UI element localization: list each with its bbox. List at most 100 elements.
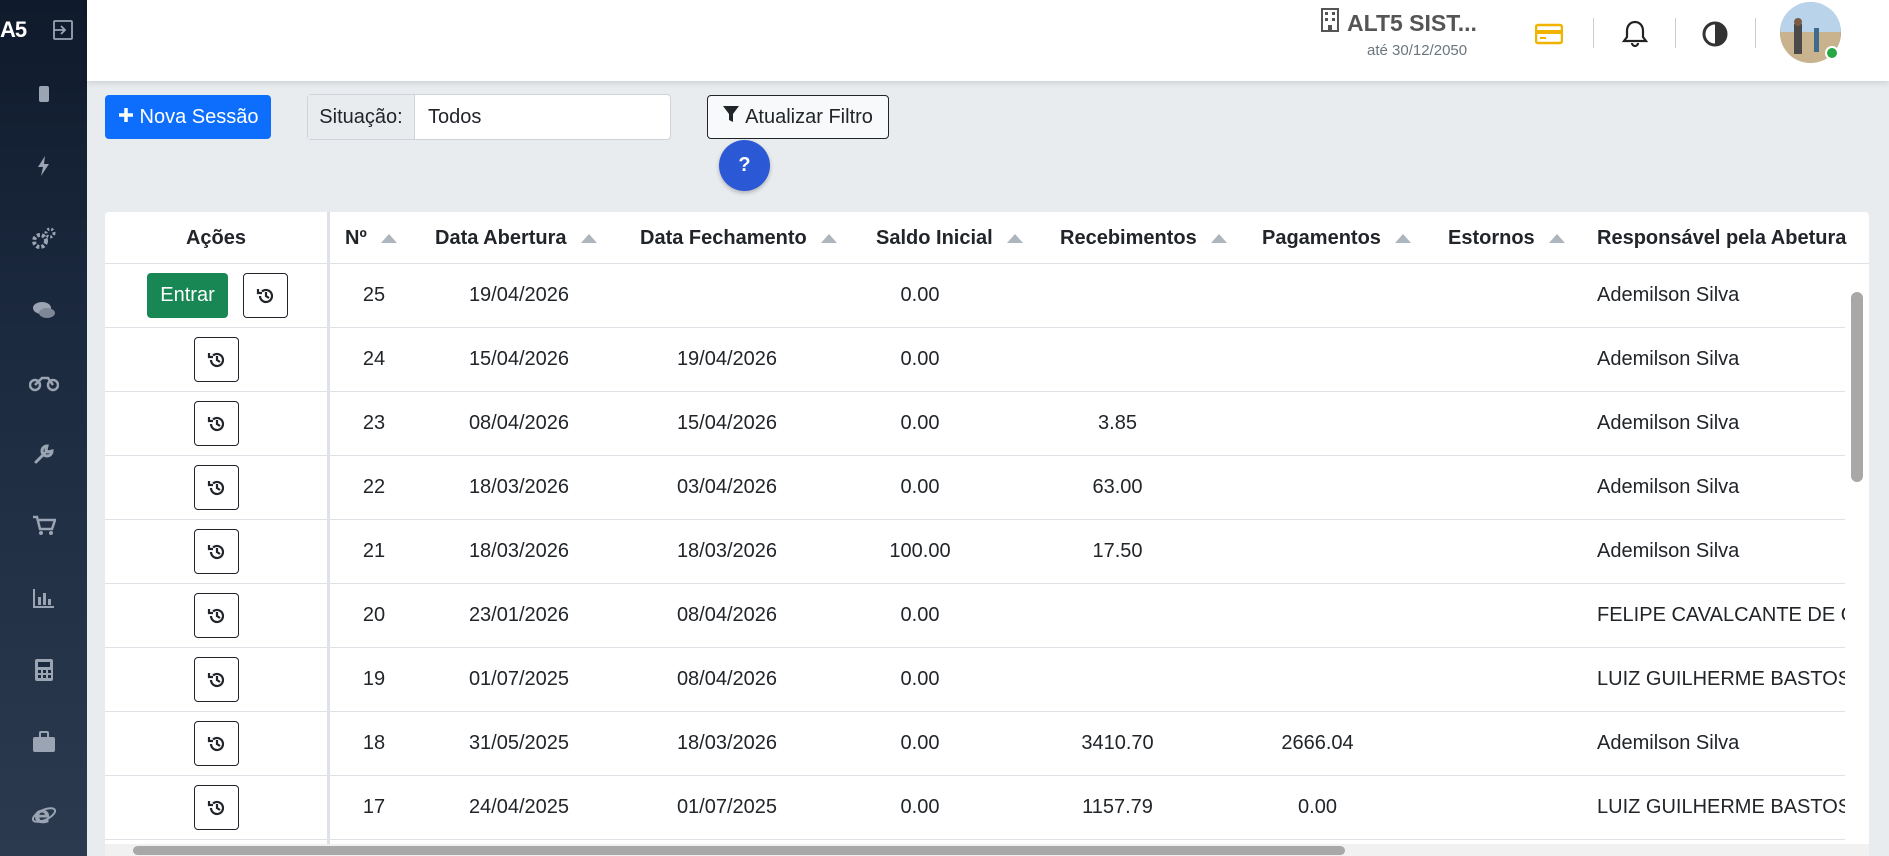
sidebar: A5 e <box>0 0 87 856</box>
cell-saldo: 0.00 <box>900 412 940 434</box>
entrar-button[interactable]: Entrar <box>147 273 228 318</box>
table-row[interactable]: 19 01/07/2025 08/04/2026 0.00 LUIZ GUILHERME… <box>105 648 1845 712</box>
col-data-fechamento[interactable]: Data Fechamento <box>640 212 860 264</box>
online-status-dot <box>1825 46 1839 60</box>
cell-estornos <box>1435 776 1585 839</box>
cell-saldo: 0.00 <box>900 476 940 498</box>
cell-pag: 2666.04 <box>1281 732 1354 754</box>
vertical-scrollbar[interactable] <box>1845 264 1869 856</box>
bell-icon[interactable] <box>1615 14 1655 54</box>
cell-pag <box>1235 264 1400 327</box>
cell-abertura: 24/04/2025 <box>468 796 570 818</box>
col-recebimentos[interactable]: Recebimentos <box>1060 212 1245 264</box>
cell-resp: FELIPE CAVALCANTE DE OL <box>1597 604 1845 626</box>
license-expiration: até 30/12/2050 <box>1367 42 1468 59</box>
cell-pag <box>1235 648 1400 711</box>
table-row[interactable]: 17 24/04/2025 01/07/2025 0.00 1157.79 0.00 LUI… <box>105 776 1845 840</box>
sort-icon <box>1006 233 1023 243</box>
gears-icon[interactable] <box>0 218 87 258</box>
bolt-icon[interactable] <box>0 146 87 186</box>
nova-sessao-button[interactable]: Nova Sessão <box>105 95 271 139</box>
history-button[interactable] <box>194 401 239 446</box>
cell-pag <box>1235 520 1400 583</box>
table-row[interactable]: 18 31/05/2025 18/03/2026 0.00 3410.70 2666.04… <box>105 712 1845 776</box>
col-saldo-inicial[interactable]: Saldo Inicial <box>876 212 1046 264</box>
sidebar-header: A5 <box>0 0 87 60</box>
table-row[interactable]: 23 08/04/2026 15/04/2026 0.00 3.85 Ademilson … <box>105 392 1845 456</box>
comments-icon[interactable] <box>0 290 87 330</box>
cell-receb: 1157.79 <box>1082 796 1153 818</box>
credit-card-icon[interactable] <box>1529 14 1569 54</box>
cell-fechamento: 01/07/2025 <box>676 796 778 818</box>
situacao-select[interactable]: Todos <box>415 95 670 139</box>
history-icon <box>207 416 224 431</box>
mobile-icon[interactable] <box>0 74 87 114</box>
sessions-table: Ações Nº Data Abertura Data Fechamento S… <box>105 212 1869 856</box>
cell-abertura: 18/03/2026 <box>468 476 570 498</box>
history-icon <box>207 672 224 687</box>
wrench-icon[interactable] <box>0 434 87 474</box>
sort-icon <box>820 233 837 243</box>
sidebar-collapse-icon[interactable] <box>50 17 76 43</box>
sort-icon <box>1548 233 1565 243</box>
col-data-abertura[interactable]: Data Abertura <box>435 212 635 264</box>
cell-resp: Ademilson Silva <box>1597 348 1740 370</box>
sort-icon <box>1210 233 1227 243</box>
app-logo: A5 <box>0 17 27 42</box>
cell-receb: 17.50 <box>1092 540 1143 562</box>
cell-saldo: 100.00 <box>889 540 951 562</box>
cell-abertura: 31/05/2025 <box>468 732 570 754</box>
col-numero[interactable]: Nº <box>345 212 425 264</box>
sort-icon <box>380 233 397 243</box>
horizontal-scrollbar[interactable] <box>105 844 1869 856</box>
atualizar-filtro-button[interactable]: Atualizar Filtro <box>707 95 889 139</box>
table-row[interactable]: 22 18/03/2026 03/04/2026 0.00 63.00 Ademilson… <box>105 456 1845 520</box>
cell-num: 23 <box>362 412 386 434</box>
table-row[interactable]: 21 18/03/2026 18/03/2026 100.00 17.50 Ademils… <box>105 520 1845 584</box>
calculator-icon[interactable] <box>0 650 87 690</box>
building-icon <box>1321 8 1339 38</box>
cell-num: 21 <box>362 540 386 562</box>
internet-explorer-icon[interactable]: e <box>0 794 87 834</box>
table-row[interactable]: Entrar 25 19/04/2026 0.00 Ademilson Silva <box>105 264 1845 328</box>
motorcycle-icon[interactable] <box>0 362 87 402</box>
cell-pag <box>1235 392 1400 455</box>
briefcase-icon[interactable] <box>0 722 87 762</box>
cart-icon[interactable] <box>0 506 87 546</box>
cell-receb <box>1040 264 1195 327</box>
horizontal-scroll-thumb[interactable] <box>133 846 1345 855</box>
history-icon <box>207 352 224 367</box>
help-button[interactable]: ? <box>719 140 770 191</box>
cell-fechamento: 18/03/2026 <box>676 732 778 754</box>
table-row[interactable]: 24 15/04/2026 19/04/2026 0.00 Ademilson Silv… <box>105 328 1845 392</box>
cell-saldo: 0.00 <box>900 348 940 370</box>
cell-fechamento: 08/04/2026 <box>676 668 778 690</box>
history-button[interactable] <box>194 529 239 574</box>
history-button[interactable] <box>194 465 239 510</box>
col-pagamentos[interactable]: Pagamentos <box>1262 212 1437 264</box>
col-estornos[interactable]: Estornos <box>1448 212 1588 264</box>
cell-receb: 63.00 <box>1092 476 1143 498</box>
history-button[interactable] <box>194 337 239 382</box>
history-button[interactable] <box>194 657 239 702</box>
cell-saldo: 0.00 <box>900 732 940 754</box>
cell-estornos <box>1435 328 1585 391</box>
cell-saldo: 0.00 <box>900 604 940 626</box>
cell-resp: Ademilson Silva <box>1597 476 1740 498</box>
table-row[interactable]: 20 23/01/2026 08/04/2026 0.00 FELIPE CAVALCA… <box>105 584 1845 648</box>
history-button[interactable] <box>194 785 239 830</box>
cell-estornos <box>1435 392 1585 455</box>
history-button[interactable] <box>243 273 288 318</box>
chart-icon[interactable] <box>0 578 87 618</box>
cell-estornos <box>1435 520 1585 583</box>
cell-estornos <box>1435 456 1585 519</box>
cell-fechamento <box>617 264 837 327</box>
col-responsavel[interactable]: Responsável pela Abetura <box>1597 212 1869 264</box>
cell-abertura: 01/07/2025 <box>468 668 570 690</box>
vertical-scroll-thumb[interactable] <box>1851 292 1863 482</box>
contrast-icon[interactable] <box>1695 14 1735 54</box>
history-button[interactable] <box>194 721 239 766</box>
history-button[interactable] <box>194 593 239 638</box>
company-info[interactable]: ALT5 SIST... até 30/12/2050 <box>1321 8 1501 59</box>
nova-sessao-label: Nova Sessão <box>139 105 259 128</box>
